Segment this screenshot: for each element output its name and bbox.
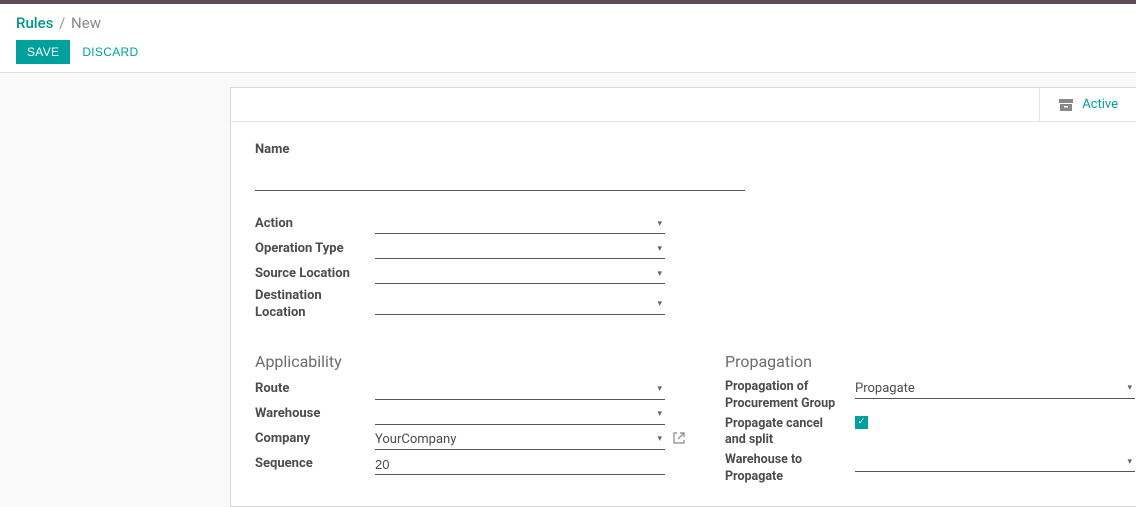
propagation-of-procurement-group-value: Propagate (855, 381, 915, 396)
top-fields: Action ▾ Operation Type ▾ Source Locatio… (255, 213, 1112, 322)
name-label: Name (255, 142, 1112, 157)
caret-icon: ▾ (654, 434, 665, 444)
propagation-title: Propagation (725, 352, 1135, 371)
caret-icon: ▾ (654, 244, 665, 254)
save-button[interactable]: SAVE (16, 40, 70, 64)
name-input[interactable] (255, 163, 745, 191)
operation-type-select[interactable]: ▾ (375, 239, 665, 259)
discard-button[interactable]: DISCARD (80, 40, 140, 64)
sheet-body: Name Action ▾ Operation Type ▾ (231, 122, 1136, 506)
breadcrumb-root[interactable]: Rules (16, 14, 53, 32)
applicability-title: Applicability (255, 352, 695, 371)
content-wrap: Active Name Action ▾ Operation Type (0, 73, 1136, 507)
sequence-label: Sequence (255, 456, 375, 473)
action-select[interactable]: ▾ (375, 214, 665, 234)
sequence-value[interactable] (375, 457, 665, 472)
source-location-select[interactable]: ▾ (375, 264, 665, 284)
active-status-label: Active (1082, 97, 1118, 112)
propagate-cancel-and-split-checkbox[interactable]: ✓ (855, 416, 868, 429)
breadcrumb-current: New (71, 14, 101, 32)
action-label: Action (255, 216, 375, 233)
active-status-button[interactable]: Active (1039, 88, 1136, 121)
columns: Applicability Route ▾ Warehouse ▾ (255, 352, 1112, 486)
warehouse-select[interactable]: ▾ (375, 405, 665, 425)
action-bar: SAVE DISCARD (16, 40, 1120, 64)
company-label: Company (255, 431, 375, 448)
caret-icon: ▾ (654, 384, 665, 394)
destination-location-label: Destination Location (255, 288, 375, 322)
form-sheet: Active Name Action ▾ Operation Type (230, 87, 1136, 507)
caret-icon: ▾ (1124, 457, 1135, 467)
caret-icon: ▾ (654, 409, 665, 419)
destination-location-select[interactable]: ▾ (375, 295, 665, 315)
breadcrumb: Rules / New (16, 14, 1120, 32)
propagate-cancel-and-split-label: Propagate cancel and split (725, 416, 855, 450)
company-value: YourCompany (375, 432, 456, 447)
operation-type-label: Operation Type (255, 241, 375, 258)
applicability-section: Applicability Route ▾ Warehouse ▾ (255, 352, 695, 486)
propagation-of-procurement-group-label: Propagation of Procurement Group (725, 379, 855, 413)
header: Rules / New SAVE DISCARD (0, 4, 1136, 73)
caret-icon: ▾ (654, 299, 665, 309)
breadcrumb-separator: / (59, 14, 65, 32)
route-label: Route (255, 381, 375, 398)
archive-icon (1058, 98, 1074, 112)
propagation-of-procurement-group-select[interactable]: Propagate ▾ (855, 379, 1135, 399)
company-select[interactable]: YourCompany ▾ (375, 430, 665, 450)
warehouse-to-propagate-select[interactable]: ▾ (855, 452, 1135, 472)
caret-icon: ▾ (1124, 383, 1135, 393)
sequence-input[interactable] (375, 455, 665, 475)
source-location-label: Source Location (255, 266, 375, 283)
warehouse-label: Warehouse (255, 406, 375, 423)
status-tabs: Active (231, 88, 1136, 122)
warehouse-to-propagate-label: Warehouse to Propagate (725, 452, 855, 486)
propagation-section: Propagation Propagation of Procurement G… (725, 352, 1135, 486)
external-link-icon[interactable] (673, 432, 685, 448)
caret-icon: ▾ (654, 219, 665, 229)
route-select[interactable]: ▾ (375, 380, 665, 400)
caret-icon: ▾ (654, 269, 665, 279)
